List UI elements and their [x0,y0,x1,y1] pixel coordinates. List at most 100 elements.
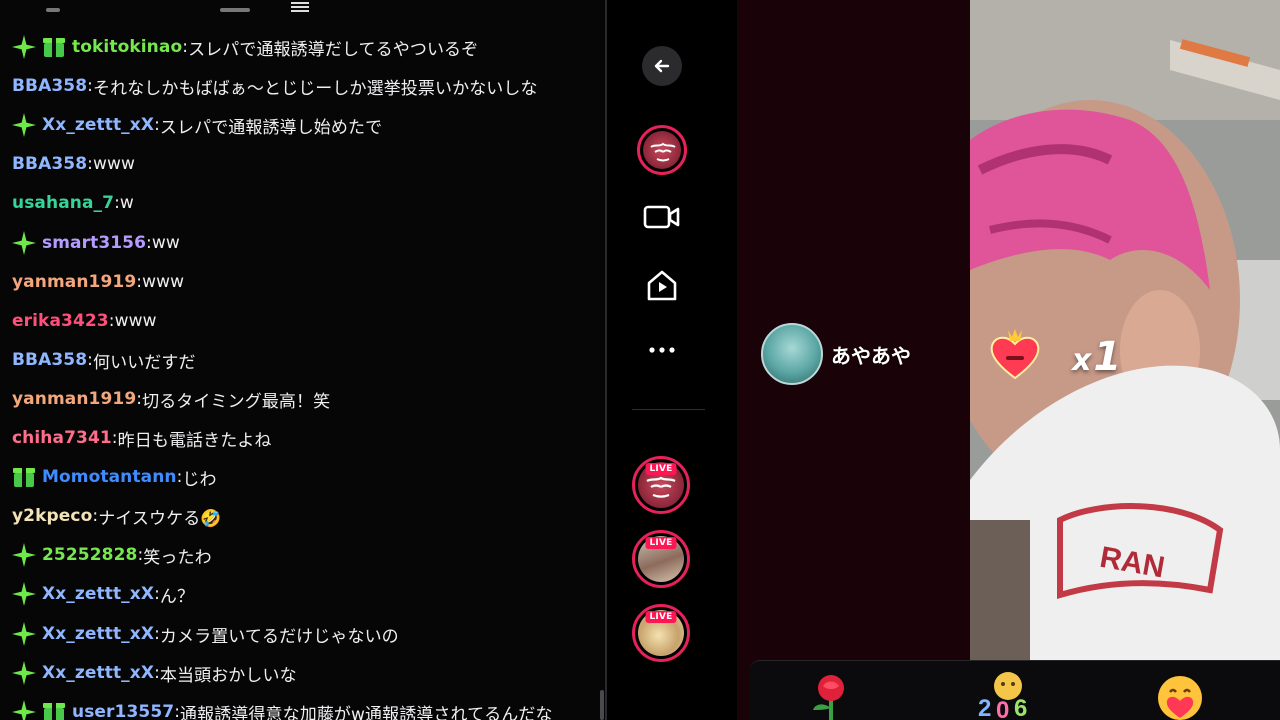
mask-icon [650,142,676,162]
chat-message[interactable]: yanman1919: 切るタイミング最高！笑 [12,384,330,414]
chat-text: ww [151,233,180,253]
chat-text: それなしかもばばぁ〜とじじーしか選挙投票いかないしな [93,78,538,99]
back-arrow-icon [654,59,670,73]
chat-text: じわ [182,469,217,490]
sparkle-badge-icon [12,700,36,720]
heart-hug-gift-icon[interactable] [1152,674,1208,720]
home-button[interactable] [643,267,681,305]
svg-text:0: 0 [996,697,1009,720]
chat-panel: tokitokinao: スレパで通報誘導だしてるやついるぞ BBA358: それ… [0,0,606,720]
chat-message[interactable]: tokitokinao: スレパで通報誘導だしてるやついるぞ [12,32,478,62]
chat-message[interactable]: BBA358: www [12,149,135,179]
sparkle-badge-icon [12,231,36,255]
chat-username[interactable]: Momotantann [42,467,177,487]
gift-sender-name: あやあや [831,343,911,368]
mask-avatar-image [643,131,681,169]
video-camera-icon [643,205,680,229]
chat-username[interactable]: Xx_zettt_xX [42,663,154,683]
chat-username[interactable]: BBA358 [12,154,87,174]
back-button[interactable] [642,46,682,86]
partial-badge [46,8,60,12]
chat-message[interactable]: Momotantann: じわ [12,462,217,492]
chat-username[interactable]: tokitokinao [72,37,182,57]
chat-message[interactable]: Xx_zettt_xX: カメラ置いてるだけじゃないの [12,619,399,649]
chat-message[interactable]: Xx_zettt_xX: 本当頭おかしいな [12,658,297,688]
number-bear-gift-icon[interactable]: 206 [976,668,1036,720]
chat-scrollbar[interactable] [600,690,604,720]
rose-gift-icon[interactable] [805,672,857,720]
partial-text [220,8,250,12]
live-channel-3[interactable]: LIVE [632,604,690,662]
chat-text: 笑ったわ [143,547,212,568]
chat-username[interactable]: erika3423 [12,311,109,331]
chat-message[interactable]: 25252828: 笑ったわ [12,540,212,570]
chat-message[interactable]: BBA358: 何いいだすだ [12,345,196,375]
live-badge: LIVE [645,611,677,623]
chat-text: スレパで通報誘導だしてるやついるぞ [188,39,479,60]
chat-message[interactable]: BBA358: それなしかもばばぁ〜とじじーしか選挙投票いかないしな [12,71,538,101]
more-dots-icon [649,347,675,353]
chat-username[interactable]: smart3156 [42,233,146,253]
chat-username[interactable]: y2kpeco [12,506,92,526]
chat-message[interactable]: yanman1919: www [12,267,184,297]
chat-username[interactable]: Xx_zettt_xX [42,584,154,604]
more-button[interactable] [645,340,679,360]
live-channel-1[interactable]: LIVE [632,456,690,514]
chat-text: 何いいだすだ [93,352,196,373]
chat-username[interactable]: yanman1919 [12,272,136,292]
chat-message[interactable]: Xx_zettt_xX: ん？ [12,579,194,609]
chat-text: w [119,193,134,213]
chat-text: ん？ [159,586,195,607]
chat-message[interactable]: erika3423: www [12,306,157,336]
chat-text: 昨日も電話きたよね [117,430,272,451]
gift-combo-count: x1 [1072,334,1121,380]
chat-text: 切るタイミング最高！笑 [142,391,331,412]
gift-badge-icon [42,35,66,59]
chat-message[interactable]: Xx_zettt_xX: スレパで通報誘導し始めたで [12,110,382,140]
chat-message[interactable]: user13557: 通報誘導得意な加藤がw通報誘導されてるんだな [12,697,553,720]
sparkle-badge-icon [12,661,36,685]
svg-text:6: 6 [1014,695,1027,720]
chat-username[interactable]: chiha7341 [12,428,112,448]
chat-username[interactable]: BBA358 [12,350,87,370]
svg-text:2: 2 [978,695,991,720]
chat-text: ナイスウケる🤣 [98,508,222,529]
chat-text: 通報誘導得意な加藤がw通報誘導されてるんだな [180,704,553,720]
chat-username[interactable]: Xx_zettt_xX [42,115,154,135]
sparkle-badge-icon [12,113,36,137]
profile-avatar[interactable] [637,125,687,175]
chat-username[interactable]: yanman1919 [12,389,136,409]
chat-username[interactable]: user13557 [72,702,174,720]
live-channel-2[interactable]: LIVE [632,530,690,588]
home-play-icon [647,270,677,301]
sparkle-badge-icon [12,543,36,567]
chat-message[interactable]: usahana_7: w [12,188,134,218]
chat-top-strip [0,0,606,20]
combo-prefix: x [1072,343,1092,378]
chat-text: カメラ置いてるだけじゃないの [159,626,399,647]
sparkle-badge-icon [12,35,36,59]
heart-gift-icon [986,326,1044,384]
sparkle-badge-icon [12,622,36,646]
chat-username[interactable]: BBA358 [12,76,87,96]
chat-text: www [93,154,136,174]
gift-sender: あやあや [761,323,911,385]
menu-handle-icon[interactable] [291,0,309,16]
chat-username[interactable]: Xx_zettt_xX [42,624,154,644]
live-badge: LIVE [645,463,677,475]
chat-username[interactable]: 25252828 [42,545,137,565]
sparkle-badge-icon [12,582,36,606]
combo-number: 1 [1093,334,1122,380]
chat-message[interactable]: smart3156: ww [12,228,180,258]
video-button[interactable] [643,199,681,235]
chat-text: 本当頭おかしいな [159,665,297,686]
chat-text: スレパで通報誘導し始めたで [159,117,383,138]
gift-badge-icon [12,465,36,489]
chat-message[interactable]: chiha7341: 昨日も電話きたよね [12,423,272,453]
chat-text: www [114,311,157,331]
chat-username[interactable]: usahana_7 [12,193,114,213]
gift-sender-avatar [761,323,823,385]
chat-text: www [142,272,185,292]
nav-separator [632,409,705,410]
chat-message[interactable]: y2kpeco: ナイスウケる🤣 [12,501,222,531]
